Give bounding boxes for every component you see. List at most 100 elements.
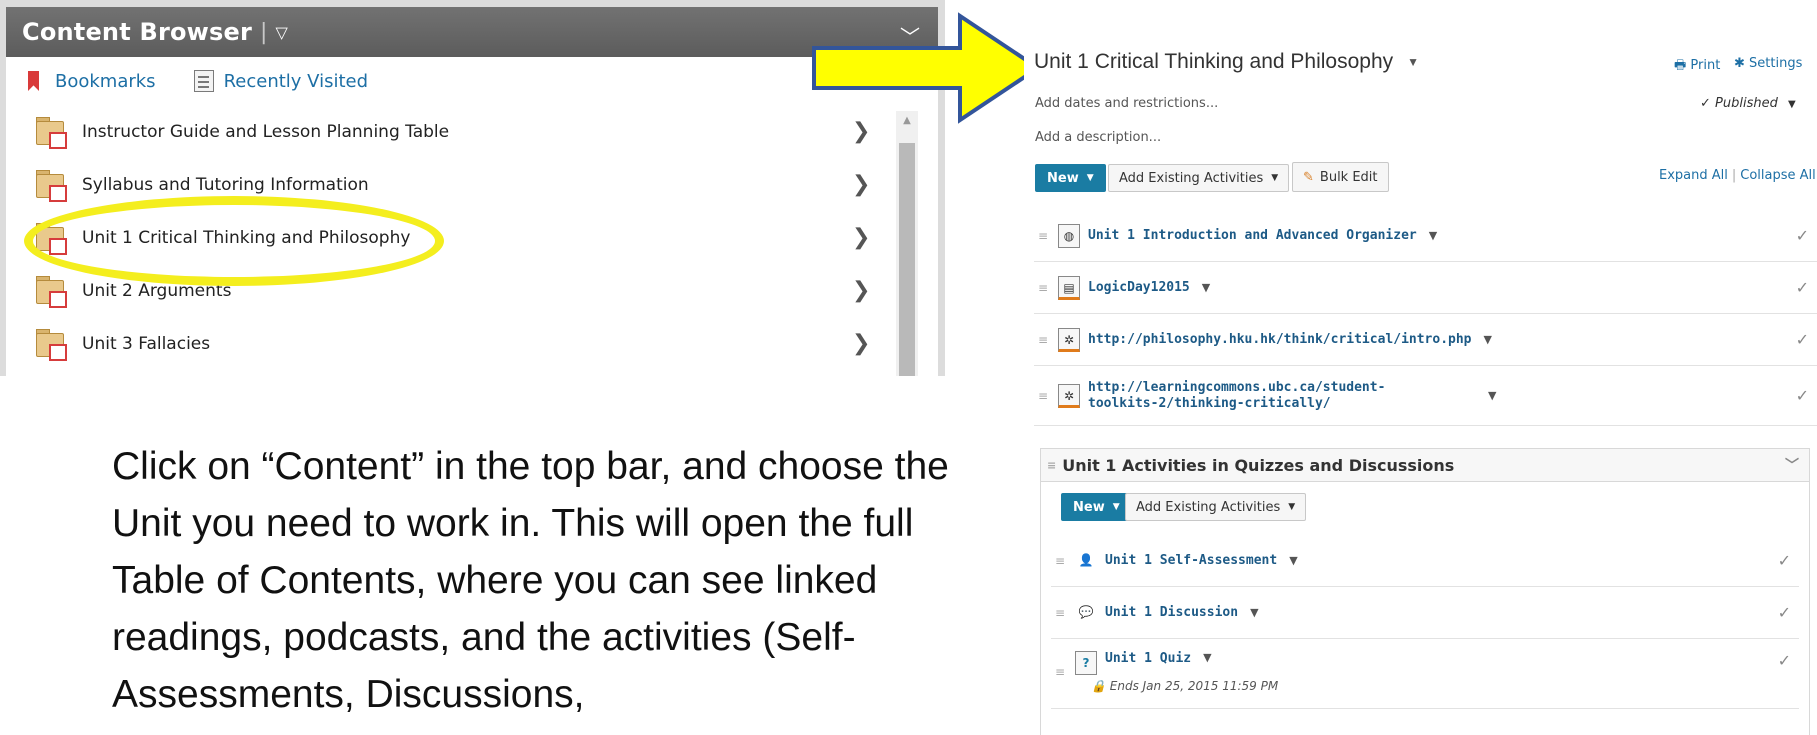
drag-handle-icon[interactable]: ≡ — [1051, 651, 1075, 679]
scrollbar[interactable]: ▲ — [896, 111, 918, 376]
chevron-right-icon[interactable]: ❯ — [852, 278, 870, 303]
list-item[interactable]: Syllabus and Tutoring Information ❯ — [6, 158, 938, 211]
module-add-existing-button[interactable]: Add Existing Activities ▼ — [1125, 493, 1307, 521]
content-browser: Content Browser | ▽ ﹀ Bookmarks Recently… — [6, 7, 938, 376]
add-description-link[interactable]: Add a description... — [1035, 130, 1161, 145]
module-section: ≡ Unit 1 Activities in Quizzes and Discu… — [1040, 448, 1810, 735]
list-item-label: Unit 1 Critical Thinking and Philosophy — [82, 227, 411, 248]
published-status[interactable]: ✓ Published ▼ — [1700, 96, 1796, 111]
caret-down-icon: ▼ — [1112, 502, 1120, 512]
caret-down-icon: ▼ — [1271, 173, 1279, 183]
folder-icon — [36, 274, 70, 308]
print-label: Print — [1690, 58, 1721, 73]
list-item[interactable]: Instructor Guide and Lesson Planning Tab… — [6, 105, 938, 158]
instruction-caption: Click on “Content” in the top bar, and c… — [112, 445, 949, 716]
expand-all-link[interactable]: Expand All — [1659, 168, 1728, 183]
caret-down-icon: ▼ — [1086, 173, 1094, 183]
activity-dropdown-icon[interactable]: ▼ — [1250, 606, 1258, 619]
check-icon: ✓ — [1795, 278, 1809, 297]
topic-row[interactable]: ≡ ▤ LogicDay12015 ▼ ✓ — [1034, 262, 1817, 314]
drag-handle-icon[interactable]: ≡ — [1034, 333, 1058, 347]
new-label: New — [1073, 499, 1105, 515]
collapse-all-link[interactable]: Collapse All — [1740, 168, 1816, 183]
title-dropdown-icon[interactable]: ▼ — [1407, 55, 1419, 69]
list-item[interactable]: Unit 3 Fallacies ❯ — [6, 317, 938, 370]
content-browser-toolbar: Bookmarks Recently Visited — [6, 57, 938, 105]
published-dropdown-icon: ▼ — [1788, 99, 1796, 110]
check-icon: ✓ — [1777, 651, 1791, 670]
content-browser-header[interactable]: Content Browser | ▽ ﹀ — [6, 7, 938, 57]
new-button[interactable]: New ▼ — [1035, 164, 1106, 192]
arrow-icon — [812, 12, 1042, 124]
bulk-edit-button[interactable]: ✎ Bulk Edit — [1292, 162, 1389, 192]
check-icon: ✓ — [1795, 330, 1809, 349]
topic-dropdown-icon[interactable]: ▼ — [1488, 389, 1496, 402]
chevron-right-icon[interactable]: ❯ — [852, 331, 870, 356]
list-item-label: Syllabus and Tutoring Information — [82, 174, 369, 195]
add-dates-link[interactable]: Add dates and restrictions... — [1035, 96, 1218, 111]
topic-dropdown-icon[interactable]: ▼ — [1429, 229, 1437, 242]
drag-handle-icon[interactable]: ≡ — [1034, 229, 1058, 243]
self-assessment-icon: 👤 — [1078, 552, 1094, 567]
activity-row[interactable]: ≡ 👤 Unit 1 Self-Assessment ▼ ✓ — [1051, 535, 1799, 587]
page-title: Unit 1 Critical Thinking and Philosophy ▼ — [1034, 50, 1419, 74]
activity-title[interactable]: Unit 1 Quiz — [1105, 651, 1191, 666]
drag-handle-icon[interactable]: ≡ — [1047, 459, 1056, 472]
title-dropdown-icon[interactable]: ▽ — [275, 23, 287, 42]
toc-title-text: Unit 1 Critical Thinking and Philosophy — [1034, 50, 1394, 73]
content-browser-title: Content Browser — [22, 18, 253, 46]
quiz-end-date: 🔒 Ends Jan 25, 2015 11:59 PM — [1091, 679, 1279, 693]
bulk-edit-label: Bulk Edit — [1319, 169, 1378, 185]
topic-title[interactable]: Unit 1 Introduction and Advanced Organiz… — [1088, 228, 1417, 243]
bookmarks-link[interactable]: Bookmarks — [55, 71, 156, 92]
check-icon: ✓ — [1777, 551, 1791, 570]
topic-dropdown-icon[interactable]: ▼ — [1484, 333, 1492, 346]
folder-icon — [36, 221, 70, 255]
chevron-right-icon[interactable]: ❯ — [852, 172, 870, 197]
link-icon: ✲ — [1058, 383, 1080, 408]
document-icon: ▤ — [1058, 275, 1080, 300]
list-item[interactable]: Unit 1 Critical Thinking and Philosophy … — [6, 211, 938, 264]
check-icon: ✓ — [1777, 603, 1791, 622]
folder-icon — [36, 115, 70, 149]
activity-row[interactable]: ≡ 💬 Unit 1 Discussion ▼ ✓ — [1051, 587, 1799, 639]
topic-dropdown-icon[interactable]: ▼ — [1202, 281, 1210, 294]
activity-title[interactable]: Unit 1 Self-Assessment — [1105, 553, 1277, 568]
activity-dropdown-icon[interactable]: ▼ — [1289, 554, 1297, 567]
drag-handle-icon[interactable]: ≡ — [1034, 281, 1058, 295]
drag-handle-icon[interactable]: ≡ — [1051, 606, 1075, 620]
recently-visited-link[interactable]: Recently Visited — [224, 71, 368, 92]
chevron-right-icon[interactable]: ❯ — [852, 225, 870, 250]
print-button[interactable]: 🖶 Print — [1674, 56, 1720, 78]
module-header[interactable]: ≡ Unit 1 Activities in Quizzes and Discu… — [1041, 449, 1809, 482]
expand-collapse-controls: Expand All | Collapse All — [1659, 168, 1816, 183]
list-item[interactable]: Unit 2 Arguments ❯ — [6, 264, 938, 317]
topic-title[interactable]: LogicDay12015 — [1088, 280, 1190, 295]
quiz-icon: ? — [1075, 651, 1097, 675]
topic-row[interactable]: ≡ ✲ http://learningcommons.ubc.ca/studen… — [1034, 366, 1817, 426]
topic-title[interactable]: http://philosophy.hku.hk/think/critical/… — [1088, 332, 1472, 347]
settings-label: Settings — [1749, 56, 1803, 71]
drag-handle-icon[interactable]: ≡ — [1034, 389, 1058, 403]
scroll-thumb[interactable] — [899, 143, 915, 376]
activity-dropdown-icon[interactable]: ▼ — [1203, 651, 1211, 664]
add-existing-activities-button[interactable]: Add Existing Activities ▼ — [1108, 164, 1290, 192]
drag-handle-icon[interactable]: ≡ — [1051, 554, 1075, 568]
check-icon: ✓ — [1795, 226, 1809, 245]
add-existing-label: Add Existing Activities — [1136, 499, 1281, 515]
link-icon: ✲ — [1058, 327, 1080, 352]
published-label: Published — [1715, 96, 1778, 111]
globe-icon: ◍ — [1058, 223, 1080, 248]
folder-icon — [36, 327, 70, 361]
gear-icon: ✱ — [1734, 56, 1745, 71]
settings-button[interactable]: ✱ Settings — [1734, 56, 1802, 71]
topic-row[interactable]: ≡ ✲ http://philosophy.hku.hk/think/criti… — [1034, 314, 1817, 366]
chevron-down-icon[interactable]: ﹀ — [1785, 455, 1799, 475]
new-label: New — [1047, 170, 1079, 186]
topic-title[interactable]: http://learningcommons.ubc.ca/student-to… — [1088, 380, 1428, 412]
activity-row[interactable]: ≡ ? Unit 1 Quiz ▼ ✓ 🔒 Ends Jan 25, 2015 … — [1051, 639, 1799, 709]
topic-row[interactable]: ≡ ◍ Unit 1 Introduction and Advanced Org… — [1034, 210, 1817, 262]
content-browser-panel: Content Browser | ▽ ﹀ Bookmarks Recently… — [0, 0, 945, 376]
activity-title[interactable]: Unit 1 Discussion — [1105, 605, 1238, 620]
module-new-button[interactable]: New ▼ — [1061, 493, 1132, 521]
